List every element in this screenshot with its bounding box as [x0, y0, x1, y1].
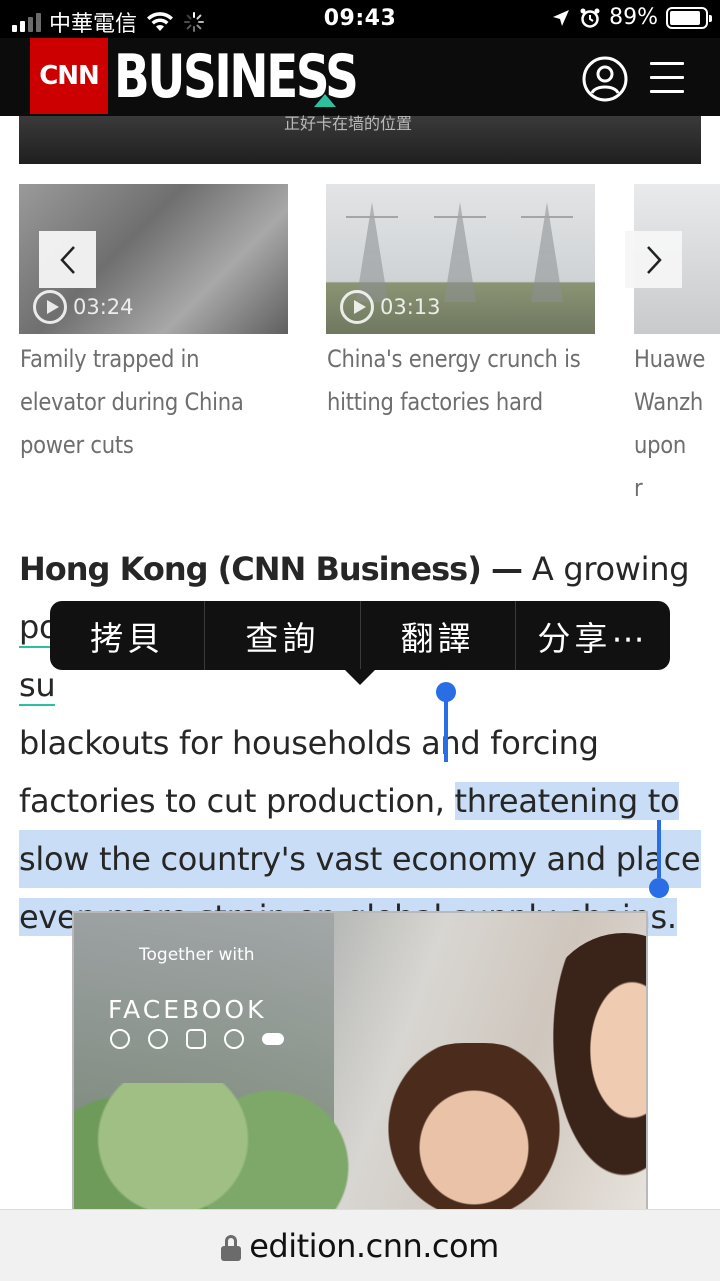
- status-bar: 中華電信 09:43 89%: [0, 0, 720, 38]
- ad-brand: FACEBOOK: [108, 995, 267, 1024]
- brand-triangle-icon: [314, 94, 336, 107]
- paragraph-line: blackouts for households and forcing: [19, 724, 599, 762]
- location-arrow-icon: [553, 9, 570, 26]
- cnn-logo[interactable]: CNN: [30, 38, 108, 114]
- video-duration-badge: 03:24: [33, 290, 134, 324]
- selected-text[interactable]: slow the country's vast economy and plac…: [19, 830, 701, 888]
- chevron-left-icon: [59, 245, 75, 274]
- cnn-logo-text: CNN: [39, 61, 100, 91]
- video-title-fragment: Huawe Wanzh upon r: [634, 345, 706, 502]
- menu-item-share[interactable]: 分享⋯: [516, 601, 670, 670]
- ad-tagline: Together with: [139, 945, 255, 965]
- oculus-icon: [262, 1033, 284, 1045]
- video-duration-badge: 03:13: [340, 290, 441, 324]
- battery-icon: [666, 6, 712, 29]
- body-text: factories to cut production,: [19, 782, 455, 820]
- video-title[interactable]: Huawe Wanzh upon r: [634, 338, 720, 510]
- text-selection-menu: 拷貝 查詢 翻譯 分享⋯: [50, 601, 670, 670]
- body-text: A growing: [521, 550, 690, 588]
- selection-end-handle[interactable]: [649, 820, 669, 898]
- menu-item-translate[interactable]: 翻譯: [361, 601, 516, 670]
- site-header: CNN BUSINESS: [0, 38, 720, 116]
- video-title[interactable]: Family trapped in elevator during China …: [20, 338, 284, 467]
- video-duration: 03:24: [73, 295, 134, 319]
- paragraph-line: factories to cut production, threatening…: [19, 772, 701, 830]
- ad-app-icons: [110, 1029, 284, 1049]
- instagram-icon: [186, 1029, 206, 1049]
- alarm-icon: [580, 8, 600, 28]
- messenger-icon: [148, 1029, 168, 1049]
- dateline: Hong Kong (CNN Business) —: [19, 550, 523, 588]
- carousel-prev-button[interactable]: [39, 231, 96, 288]
- advertisement[interactable]: Together with FACEBOOK: [72, 911, 648, 1211]
- menu-item-lookup[interactable]: 查詢: [205, 601, 361, 670]
- selection-start-handle[interactable]: [436, 682, 456, 762]
- menu-pointer: [344, 669, 376, 685]
- article-link[interactable]: su: [19, 666, 56, 706]
- play-icon: [33, 290, 67, 324]
- video-duration: 03:13: [380, 295, 441, 319]
- lock-icon: [221, 1234, 242, 1261]
- video-title[interactable]: China's energy crunch is hitting factori…: [327, 338, 591, 424]
- hamburger-menu-icon[interactable]: [650, 62, 684, 94]
- whatsapp-icon: [224, 1029, 244, 1049]
- selected-text[interactable]: threatening to: [454, 782, 680, 820]
- account-icon[interactable]: [582, 56, 628, 102]
- video-caption: 正好卡在墙的位置: [284, 114, 413, 133]
- hero-video-image[interactable]: 正好卡在墙的位置: [19, 114, 701, 164]
- browser-url-bar[interactable]: edition.cnn.com: [0, 1209, 720, 1281]
- menu-item-copy[interactable]: 拷貝: [50, 601, 206, 670]
- url-domain: edition.cnn.com: [249, 1226, 499, 1265]
- chevron-right-icon: [646, 245, 662, 274]
- carousel-next-button[interactable]: [625, 231, 682, 288]
- facebook-icon: [110, 1029, 130, 1049]
- battery-percent: 89%: [609, 5, 658, 30]
- video-thumbnail[interactable]: 03:13: [326, 184, 595, 334]
- ad-photo-person: [374, 1043, 574, 1211]
- play-icon: [340, 290, 374, 324]
